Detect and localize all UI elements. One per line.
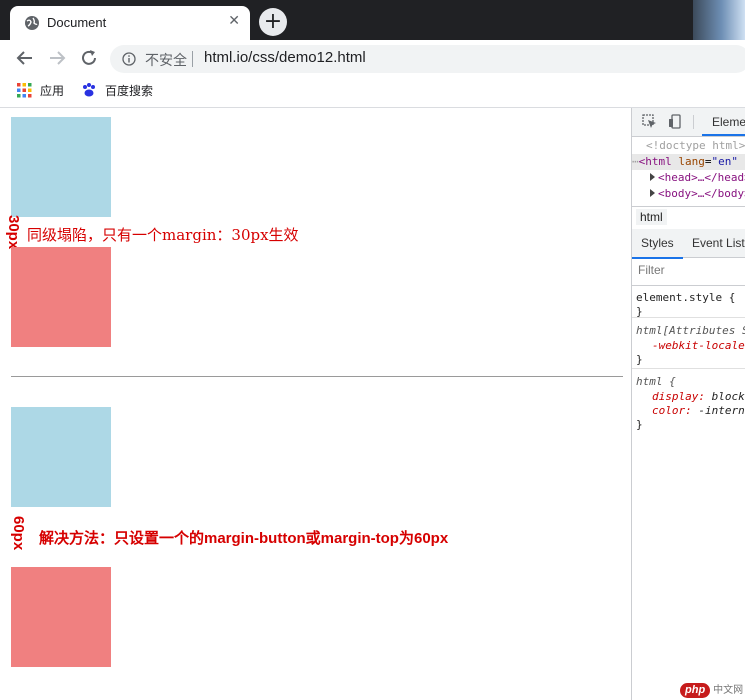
display-prop: display: xyxy=(652,390,705,403)
html-tag-text: <html xyxy=(638,155,672,168)
note-solution: 解决方法：只设置一个的margin-button或margin-top为60px xyxy=(39,530,449,547)
rule-html-attributes: html[Attributes Style] { -webkit-locale:… xyxy=(632,318,745,369)
info-icon[interactable] xyxy=(122,52,136,66)
rule-close-brace: } xyxy=(636,418,643,431)
label-60px: 60px xyxy=(10,516,27,551)
globe-icon xyxy=(25,16,39,30)
styles-tab-bar: Styles Event Listeners xyxy=(632,229,745,259)
lang-value: "en" xyxy=(711,155,739,168)
filter-input[interactable]: Filter xyxy=(638,263,665,277)
tab-title: Document xyxy=(47,15,107,30)
rule-element-style: element.style { } xyxy=(632,285,745,318)
body-tag-text: <body>…</body> xyxy=(658,187,745,200)
breadcrumb-html[interactable]: html xyxy=(636,209,667,225)
rule-close-brace: } xyxy=(636,353,643,366)
address-separator xyxy=(192,51,193,67)
dom-head-node[interactable]: <head>…</head> xyxy=(650,170,745,186)
inspect-element-icon[interactable] xyxy=(642,114,657,129)
horizontal-rule xyxy=(11,376,623,377)
html-selector: html { xyxy=(636,375,676,388)
tab-event-listeners[interactable]: Event Listeners xyxy=(692,229,745,257)
watermark-text: 中文网 xyxy=(713,685,744,696)
reload-icon[interactable] xyxy=(78,47,100,69)
breadcrumb: html xyxy=(632,206,745,230)
head-tag-text: <head>…</head> xyxy=(658,171,745,184)
browser-tab[interactable]: Document ✕ xyxy=(10,6,250,40)
color-prop: color: xyxy=(652,404,692,417)
display-value: block; xyxy=(711,390,745,403)
expand-triangle-icon[interactable] xyxy=(650,173,655,181)
dom-body-node[interactable]: <body>…</body> xyxy=(650,186,745,202)
note-margin-collapse: 同级塌陷，只有一个margin：30px生效 xyxy=(27,226,299,244)
new-tab-button[interactable]: + xyxy=(259,8,287,36)
tab-styles[interactable]: Styles xyxy=(632,229,683,259)
desktop-background xyxy=(693,0,745,40)
url-text[interactable]: html.io/css/demo12.html xyxy=(204,49,366,66)
apps-grid-icon[interactable] xyxy=(17,83,32,98)
color-value: -internal-root-color; xyxy=(698,404,745,417)
label-30px: 30px xyxy=(5,215,22,250)
security-label: 不安全 xyxy=(145,53,187,69)
dom-doctype[interactable]: <!doctype html> xyxy=(646,138,745,154)
back-icon[interactable] xyxy=(14,47,36,69)
devtools-toolbar: Elements xyxy=(632,108,745,137)
devtools-panel: Elements <!doctype html> ⋯<html lang="en… xyxy=(631,108,745,700)
dom-html-node[interactable]: ⋯<html lang="en" xyxy=(632,154,745,170)
device-toolbar-icon[interactable] xyxy=(668,114,683,129)
tab-elements[interactable]: Elements xyxy=(702,108,745,136)
address-bar[interactable]: 不安全 html.io/css/demo12.html xyxy=(110,45,745,73)
toolbar-divider xyxy=(693,115,694,129)
bookmark-baidu[interactable]: 百度搜索 xyxy=(105,82,153,99)
site-watermark: php 中文网 xyxy=(680,681,744,698)
bookmark-apps[interactable]: 应用 xyxy=(40,82,64,99)
baidu-paw-icon[interactable] xyxy=(81,82,97,98)
red-box-bottom xyxy=(11,567,111,667)
attr-style-selector: html[Attributes Style] { xyxy=(636,324,745,337)
red-box-top xyxy=(11,247,111,347)
expand-triangle-icon[interactable] xyxy=(650,189,655,197)
doctype-text: <!doctype html> xyxy=(646,139,745,152)
bookmarks-bar: 应用 百度搜索 xyxy=(0,77,745,108)
php-logo: php xyxy=(680,683,711,698)
blue-box-bottom xyxy=(11,407,111,507)
ellipsis-icon: ⋯ xyxy=(632,155,639,168)
lang-attr: lang xyxy=(678,155,705,168)
title-bar: Document ✕ + xyxy=(0,0,745,40)
rule-html-ua: html { display: block; color: -internal-… xyxy=(632,369,745,433)
page-viewport: 30px 同级塌陷，只有一个margin：30px生效 60px 解决方法：只设… xyxy=(0,108,631,700)
close-tab-icon[interactable]: ✕ xyxy=(228,13,240,29)
blue-box-top xyxy=(11,117,111,217)
forward-icon[interactable] xyxy=(46,47,68,69)
